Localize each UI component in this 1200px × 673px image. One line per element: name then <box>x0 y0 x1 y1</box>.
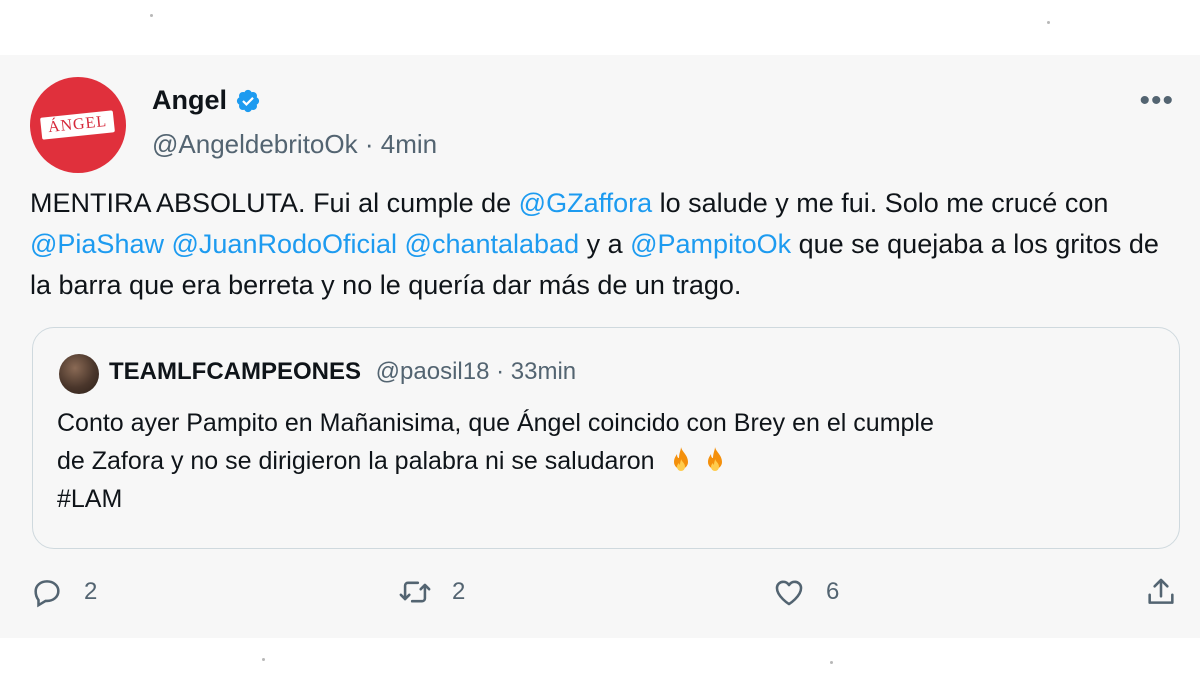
tweet-text-segment <box>164 229 172 259</box>
fire-icon <box>707 447 722 471</box>
quoted-line-2: de Zafora y no se dirigieron la palabra … <box>57 442 1157 480</box>
tweet-text-segment: MENTIRA ABSOLUTA. Fui al cumple de <box>30 188 519 218</box>
author-name[interactable]: Angel <box>152 85 261 116</box>
retweet-icon <box>399 581 431 603</box>
mention-link[interactable]: @PiaShaw <box>30 229 164 259</box>
author-meta: @AngeldebritoOk · 4min <box>152 129 437 160</box>
quoted-avatar[interactable] <box>59 354 99 394</box>
quoted-time: 33min <box>510 358 577 385</box>
quoted-handle: @paosil18 · 33min <box>376 358 576 385</box>
tweet-text-segment: y a <box>579 229 631 259</box>
retweet-button[interactable]: 2 <box>398 575 465 609</box>
reply-button[interactable]: 2 <box>30 575 97 609</box>
quoted-text: Conto ayer Pampito en Mañanisima, que Án… <box>57 404 1157 518</box>
reply-count: 2 <box>84 578 98 605</box>
quoted-author-name[interactable]: TEAMLFCAMPEONES <box>109 358 361 385</box>
author-handle[interactable]: @AngeldebritoOk <box>152 129 358 159</box>
tweet-text: MENTIRA ABSOLUTA. Fui al cumple de @GZaf… <box>30 183 1180 306</box>
fire-icon <box>673 447 688 471</box>
action-bar: 2 2 6 <box>0 575 1200 619</box>
tweet-text-segment: lo salude y me fui. Solo me crucé con <box>652 188 1109 218</box>
meta-separator: · <box>357 129 381 159</box>
tweet-time[interactable]: 4min <box>381 129 437 159</box>
quoted-line-2-text: de Zafora y no se dirigieron la palabra … <box>57 447 655 475</box>
quoted-separator: · <box>489 358 511 385</box>
mention-link[interactable]: @PampitoOk <box>630 229 791 259</box>
speck <box>1047 21 1050 24</box>
like-button[interactable]: 6 <box>772 575 839 609</box>
mention-link[interactable]: @chantalabad <box>405 229 580 259</box>
like-count: 6 <box>826 578 840 605</box>
share-button[interactable] <box>1144 575 1178 609</box>
reply-icon <box>34 580 60 608</box>
quoted-line-1: Conto ayer Pampito en Mañanisima, que Án… <box>57 409 934 437</box>
speck <box>262 658 265 661</box>
tweet-text-segment <box>397 229 405 259</box>
retweet-count: 2 <box>452 578 466 605</box>
more-icon[interactable]: ••• <box>1139 86 1174 116</box>
tweet-card[interactable]: ÁNGEL Angel @AngeldebritoOk · 4min ••• M… <box>0 55 1200 638</box>
like-icon <box>775 580 803 606</box>
quoted-handle-text[interactable]: @paosil18 <box>376 358 490 385</box>
mention-link[interactable]: @JuanRodoOficial <box>172 229 398 259</box>
verified-icon <box>236 89 260 112</box>
author-name-text: Angel <box>152 85 228 115</box>
quoted-tweet[interactable]: TEAMLFCAMPEONES @paosil18 · 33min Conto … <box>32 327 1180 549</box>
speck <box>830 661 833 664</box>
avatar[interactable]: ÁNGEL <box>30 77 126 173</box>
mention-link[interactable]: @GZaffora <box>519 188 652 218</box>
quoted-hashtag[interactable]: #LAM <box>57 480 1157 518</box>
quoted-header: TEAMLFCAMPEONES @paosil18 · 33min <box>109 358 576 386</box>
share-icon <box>1148 578 1174 604</box>
avatar-logo: ÁNGEL <box>40 110 116 140</box>
speck <box>150 14 153 17</box>
